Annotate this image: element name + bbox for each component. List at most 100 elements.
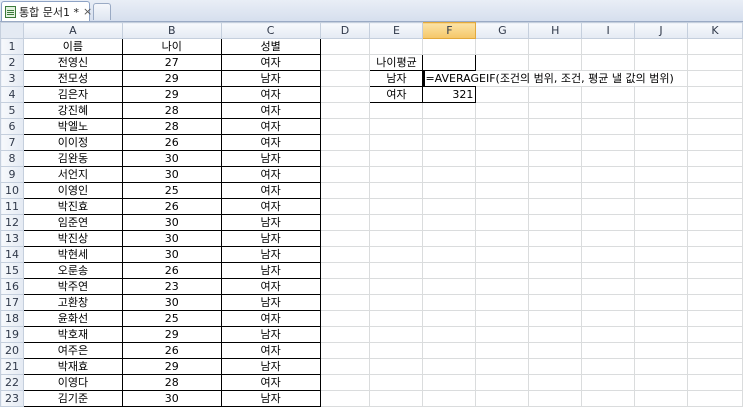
cell-i10[interactable] — [581, 182, 636, 199]
cell-c4[interactable]: 여자 — [220, 86, 321, 103]
cell-a9[interactable]: 서언지 — [22, 166, 123, 183]
cell-g23[interactable] — [475, 390, 530, 407]
cell-g4[interactable] — [475, 86, 530, 103]
cell-c16[interactable]: 여자 — [220, 278, 321, 295]
cell-h7[interactable] — [528, 134, 583, 151]
cell-a6[interactable]: 박엘노 — [22, 118, 123, 135]
row-header[interactable]: 4 — [0, 86, 24, 103]
cell-d8[interactable] — [319, 150, 371, 167]
cell-a23[interactable]: 김기준 — [22, 390, 123, 407]
cell-i18[interactable] — [581, 310, 636, 327]
cell-e2[interactable]: 나이평균 — [369, 54, 424, 71]
cell-g12[interactable] — [475, 214, 530, 231]
column-header-i[interactable]: I — [581, 22, 636, 39]
cell-f18[interactable] — [422, 310, 477, 327]
cell-k23[interactable] — [687, 390, 743, 407]
cell-c10[interactable]: 여자 — [220, 182, 321, 199]
cell-b7[interactable]: 26 — [121, 134, 222, 151]
cell-k2[interactable] — [687, 54, 743, 71]
cell-e16[interactable] — [369, 278, 424, 295]
new-tab-button[interactable] — [93, 3, 111, 20]
cell-a3[interactable]: 전모성 — [22, 70, 123, 87]
cell-e13[interactable] — [369, 230, 424, 247]
cell-c9[interactable]: 여자 — [220, 166, 321, 183]
cell-g8[interactable] — [475, 150, 530, 167]
cell-c12[interactable]: 남자 — [220, 214, 321, 231]
cell-i22[interactable] — [581, 374, 636, 391]
cell-j5[interactable] — [634, 102, 688, 119]
column-header-k[interactable]: K — [687, 22, 743, 39]
cell-b20[interactable]: 26 — [121, 342, 222, 359]
cell-e19[interactable] — [369, 326, 424, 343]
cell-g1[interactable] — [475, 38, 530, 55]
cell-k8[interactable] — [687, 150, 743, 167]
cell-f21[interactable] — [422, 358, 477, 375]
cell-a21[interactable]: 박재효 — [22, 358, 123, 375]
cell-i19[interactable] — [581, 326, 636, 343]
cell-c19[interactable]: 남자 — [220, 326, 321, 343]
row-header[interactable]: 5 — [0, 102, 24, 119]
cell-f20[interactable] — [422, 342, 477, 359]
cell-h4[interactable] — [528, 86, 583, 103]
row-header[interactable]: 17 — [0, 294, 24, 311]
cell-e6[interactable] — [369, 118, 424, 135]
row-header[interactable]: 13 — [0, 230, 24, 247]
cell-d12[interactable] — [319, 214, 371, 231]
cell-j20[interactable] — [634, 342, 688, 359]
row-header[interactable]: 2 — [0, 54, 24, 71]
cell-d7[interactable] — [319, 134, 371, 151]
sheet-table[interactable]: A B C D E F G H I J K 1 이름 나이 성별 2 전영신 27 여자 나이평… — [0, 22, 743, 407]
cell-e8[interactable] — [369, 150, 424, 167]
row-header[interactable]: 6 — [0, 118, 24, 135]
cell-b4[interactable]: 29 — [121, 86, 222, 103]
cell-i21[interactable] — [581, 358, 636, 375]
cell-b5[interactable]: 28 — [121, 102, 222, 119]
cell-a19[interactable]: 박호재 — [22, 326, 123, 343]
column-header-h[interactable]: H — [528, 22, 583, 39]
row-header[interactable]: 20 — [0, 342, 24, 359]
cell-f3[interactable]: =AVERAGEIF(조건의 범위, 조건, 평균 낼 값의 범위) — [422, 70, 676, 87]
cell-h8[interactable] — [528, 150, 583, 167]
cell-a11[interactable]: 박진효 — [22, 198, 123, 215]
cell-f9[interactable] — [422, 166, 477, 183]
cell-e21[interactable] — [369, 358, 424, 375]
cell-j4[interactable] — [634, 86, 688, 103]
cell-c21[interactable]: 남자 — [220, 358, 321, 375]
cell-i12[interactable] — [581, 214, 636, 231]
cell-a13[interactable]: 박진상 — [22, 230, 123, 247]
cell-c13[interactable]: 남자 — [220, 230, 321, 247]
cell-k20[interactable] — [687, 342, 743, 359]
cell-d18[interactable] — [319, 310, 371, 327]
cell-i6[interactable] — [581, 118, 636, 135]
cell-f8[interactable] — [422, 150, 477, 167]
cell-k4[interactable] — [687, 86, 743, 103]
cell-b1[interactable]: 나이 — [121, 38, 222, 55]
cell-g11[interactable] — [475, 198, 530, 215]
cell-h12[interactable] — [528, 214, 583, 231]
cell-k15[interactable] — [687, 262, 743, 279]
cell-e7[interactable] — [369, 134, 424, 151]
cell-j18[interactable] — [634, 310, 688, 327]
cell-g13[interactable] — [475, 230, 530, 247]
cell-i5[interactable] — [581, 102, 636, 119]
cell-h9[interactable] — [528, 166, 583, 183]
cell-b23[interactable]: 30 — [121, 390, 222, 407]
cell-e3[interactable]: 남자 — [369, 70, 424, 87]
cell-c6[interactable]: 여자 — [220, 118, 321, 135]
cell-j6[interactable] — [634, 118, 688, 135]
cell-h18[interactable] — [528, 310, 583, 327]
row-header[interactable]: 9 — [0, 166, 24, 183]
row-header[interactable]: 23 — [0, 390, 24, 407]
cell-i20[interactable] — [581, 342, 636, 359]
cell-a18[interactable]: 윤화선 — [22, 310, 123, 327]
cell-f14[interactable] — [422, 246, 477, 263]
cell-a5[interactable]: 강진혜 — [22, 102, 123, 119]
cell-c20[interactable]: 여자 — [220, 342, 321, 359]
cell-f17[interactable] — [422, 294, 477, 311]
cell-h21[interactable] — [528, 358, 583, 375]
cell-j15[interactable] — [634, 262, 688, 279]
cell-d20[interactable] — [319, 342, 371, 359]
cell-k7[interactable] — [687, 134, 743, 151]
cell-a7[interactable]: 이이정 — [22, 134, 123, 151]
cell-e18[interactable] — [369, 310, 424, 327]
